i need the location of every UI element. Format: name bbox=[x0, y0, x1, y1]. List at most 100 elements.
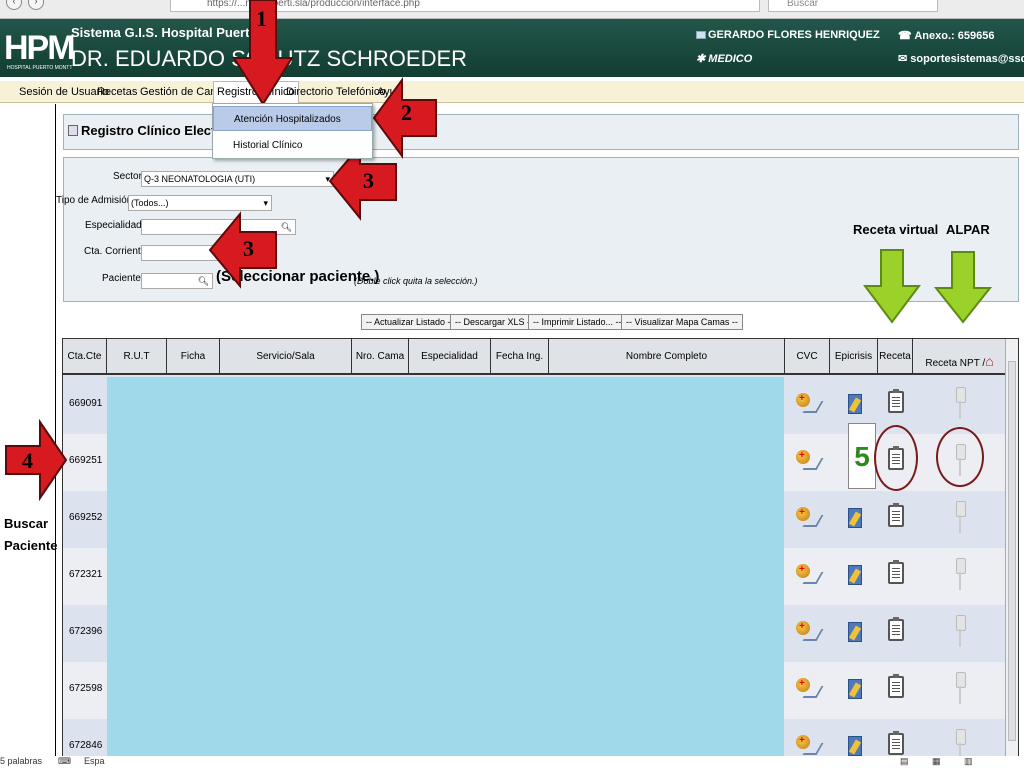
receta-npt-icon[interactable] bbox=[955, 387, 966, 419]
annotation-arrow-4 bbox=[5, 418, 68, 502]
epicrisis-icon[interactable] bbox=[848, 679, 862, 699]
cta-cte-cell: 672321 bbox=[69, 569, 103, 580]
sector-label: Sector: bbox=[113, 171, 145, 182]
app-header: HPM HOSPITAL PUERTO MONTT Sistema G.I.S.… bbox=[0, 19, 1024, 77]
tipo-admision-select[interactable]: (Todos...) bbox=[128, 195, 272, 211]
receta-icon[interactable] bbox=[888, 674, 904, 698]
patient-data-redacted bbox=[107, 377, 784, 767]
support-email[interactable]: ✉ soportesistemas@ssdr.gob.c bbox=[898, 52, 1024, 65]
epicrisis-icon[interactable] bbox=[848, 622, 862, 642]
cta-cte-cell: 672396 bbox=[69, 626, 103, 637]
dropdown-atencion-hospitalizados[interactable]: Atención Hospitalizados bbox=[213, 106, 372, 131]
epicrisis-icon[interactable] bbox=[848, 394, 862, 414]
menu-ayuda[interactable]: Ayu bbox=[374, 81, 399, 103]
table-scrollbar[interactable] bbox=[1005, 339, 1018, 767]
annotation-number-2: 2 bbox=[401, 100, 412, 125]
deselect-hint: (Doble click quita la selección.) bbox=[354, 276, 478, 286]
cvc-icon[interactable]: + bbox=[796, 562, 824, 588]
receta-npt-icon[interactable] bbox=[955, 672, 966, 704]
sector-select[interactable]: Q-3 NEONATOLOGIA (UTI) bbox=[141, 171, 334, 187]
col-ficha[interactable]: Ficha bbox=[167, 339, 220, 375]
cvc-icon[interactable]: + bbox=[796, 676, 824, 702]
patients-table: Cta.Cte R.U.T Ficha Servicio/Sala Nro. C… bbox=[62, 338, 1019, 768]
search-icon[interactable]: 🔍︎ bbox=[281, 220, 292, 234]
phone-extension-text: Anexo.: 659656 bbox=[914, 30, 995, 42]
receta-icon[interactable] bbox=[888, 617, 904, 641]
logo-subtitle: HOSPITAL PUERTO MONTT bbox=[7, 65, 73, 71]
cvc-icon-plus: + bbox=[799, 564, 805, 575]
home-icon: ⌂ bbox=[985, 353, 994, 369]
col-nro-cama[interactable]: Nro. Cama bbox=[352, 339, 409, 375]
menu-recetas[interactable]: Recetas bbox=[94, 81, 140, 103]
annotation-number-3a: 3 bbox=[363, 168, 374, 193]
cvc-icon-plus: + bbox=[799, 621, 805, 632]
forward-icon[interactable]: › bbox=[28, 0, 44, 10]
receta-npt-icon[interactable] bbox=[955, 501, 966, 533]
col-rut[interactable]: R.U.T bbox=[107, 339, 167, 375]
web-layout-icon[interactable]: ▥ bbox=[964, 756, 973, 767]
receta-icon[interactable] bbox=[888, 731, 904, 755]
back-icon[interactable]: ‹ bbox=[6, 0, 22, 10]
user-card-icon bbox=[696, 31, 706, 39]
annotation-number-1: 1 bbox=[256, 6, 267, 31]
proofing-icon: ⌨ bbox=[58, 756, 71, 766]
cta-corriente-label: Cta. Corriente: bbox=[84, 246, 150, 257]
receta-icon[interactable] bbox=[888, 560, 904, 584]
cta-corriente-input[interactable] bbox=[141, 245, 221, 261]
dropdown-historial-clinico[interactable]: Historial Clínico bbox=[213, 133, 372, 158]
user-name-text: GERARDO FLORES HENRIQUEZ bbox=[708, 29, 880, 41]
read-mode-icon[interactable]: ▤ bbox=[900, 756, 909, 767]
cvc-icon[interactable]: + bbox=[796, 619, 824, 645]
col-receta[interactable]: Receta bbox=[878, 339, 913, 375]
receta-icon[interactable] bbox=[888, 503, 904, 527]
table-header: Cta.Cte R.U.T Ficha Servicio/Sala Nro. C… bbox=[63, 339, 1018, 375]
epicrisis-icon[interactable] bbox=[848, 736, 862, 756]
col-cvc[interactable]: CVC bbox=[785, 339, 830, 375]
col-fecha-ingreso[interactable]: Fecha Ing. bbox=[491, 339, 549, 375]
imprimir-listado-button[interactable]: -- Imprimir Listado... -- bbox=[528, 314, 627, 330]
col-servicio-sala[interactable]: Servicio/Sala bbox=[220, 339, 352, 375]
language-label: Espa bbox=[84, 756, 105, 766]
cta-cte-cell: 672598 bbox=[69, 683, 103, 694]
word-status-bar: 5 palabras ⌨ Espa ▤ ▦ ▥ bbox=[0, 756, 1024, 768]
col-cta-cte[interactable]: Cta.Cte bbox=[63, 339, 107, 375]
document-icon bbox=[68, 125, 78, 136]
visualizar-mapa-camas-button[interactable]: -- Visualizar Mapa Camas -- bbox=[621, 314, 743, 330]
annotation-number-4: 4 bbox=[22, 448, 33, 473]
user-name: GERARDO FLORES HENRIQUEZ bbox=[696, 29, 880, 41]
receta-npt-icon[interactable] bbox=[955, 615, 966, 647]
receta-icon[interactable] bbox=[888, 389, 904, 413]
panel-header: Registro Clínico Electróni bbox=[63, 114, 1019, 150]
mail-icon: ✉ bbox=[898, 53, 908, 65]
paciente-input[interactable]: 🔍︎ bbox=[141, 273, 213, 289]
col-especialidad[interactable]: Especialidad bbox=[409, 339, 491, 375]
cvc-icon[interactable]: + bbox=[796, 448, 824, 474]
user-role: ✱ MEDICO bbox=[696, 52, 752, 65]
alpar-label: ALPAR bbox=[946, 222, 990, 237]
menu-directorio-telefonico[interactable]: Directorio Telefónico bbox=[283, 81, 388, 103]
print-layout-icon[interactable]: ▦ bbox=[932, 756, 941, 767]
cvc-icon[interactable]: + bbox=[796, 391, 824, 417]
annotation-circle-alpar bbox=[936, 427, 984, 487]
col-epicrisis[interactable]: Epicrisis bbox=[830, 339, 878, 375]
col-receta-npt-label: Receta NPT / bbox=[925, 358, 986, 369]
cvc-icon[interactable]: + bbox=[796, 505, 824, 531]
col-nombre-completo[interactable]: Nombre Completo bbox=[549, 339, 785, 375]
epicrisis-icon[interactable] bbox=[848, 508, 862, 528]
main-menu: Sesión de Usuario Recetas Gestión de Cam… bbox=[0, 81, 1024, 103]
word-count: 5 palabras bbox=[0, 756, 43, 766]
browser-search-input[interactable]: Buscar bbox=[768, 0, 938, 12]
especialidad-input[interactable]: 🔍︎ bbox=[141, 219, 296, 235]
col-receta-npt[interactable]: Receta NPT /⌂ bbox=[913, 339, 1007, 375]
paciente-label: Paciente: bbox=[102, 273, 144, 284]
cta-cte-cell: 669252 bbox=[69, 512, 103, 523]
actualizar-listado-button[interactable]: -- Actualizar Listado -- bbox=[361, 314, 459, 330]
cvc-icon-plus: + bbox=[799, 450, 805, 461]
system-title: Sistema G.I.S. Hospital Puerto M bbox=[71, 25, 272, 40]
receta-npt-icon[interactable] bbox=[955, 558, 966, 590]
search-icon[interactable]: 🔍︎ bbox=[198, 274, 209, 288]
scrollbar-thumb[interactable] bbox=[1008, 361, 1016, 741]
descargar-xls-button[interactable]: -- Descargar XLS -- bbox=[450, 314, 539, 330]
epicrisis-icon[interactable] bbox=[848, 565, 862, 585]
receta-virtual-label: Receta virtual bbox=[853, 222, 939, 237]
